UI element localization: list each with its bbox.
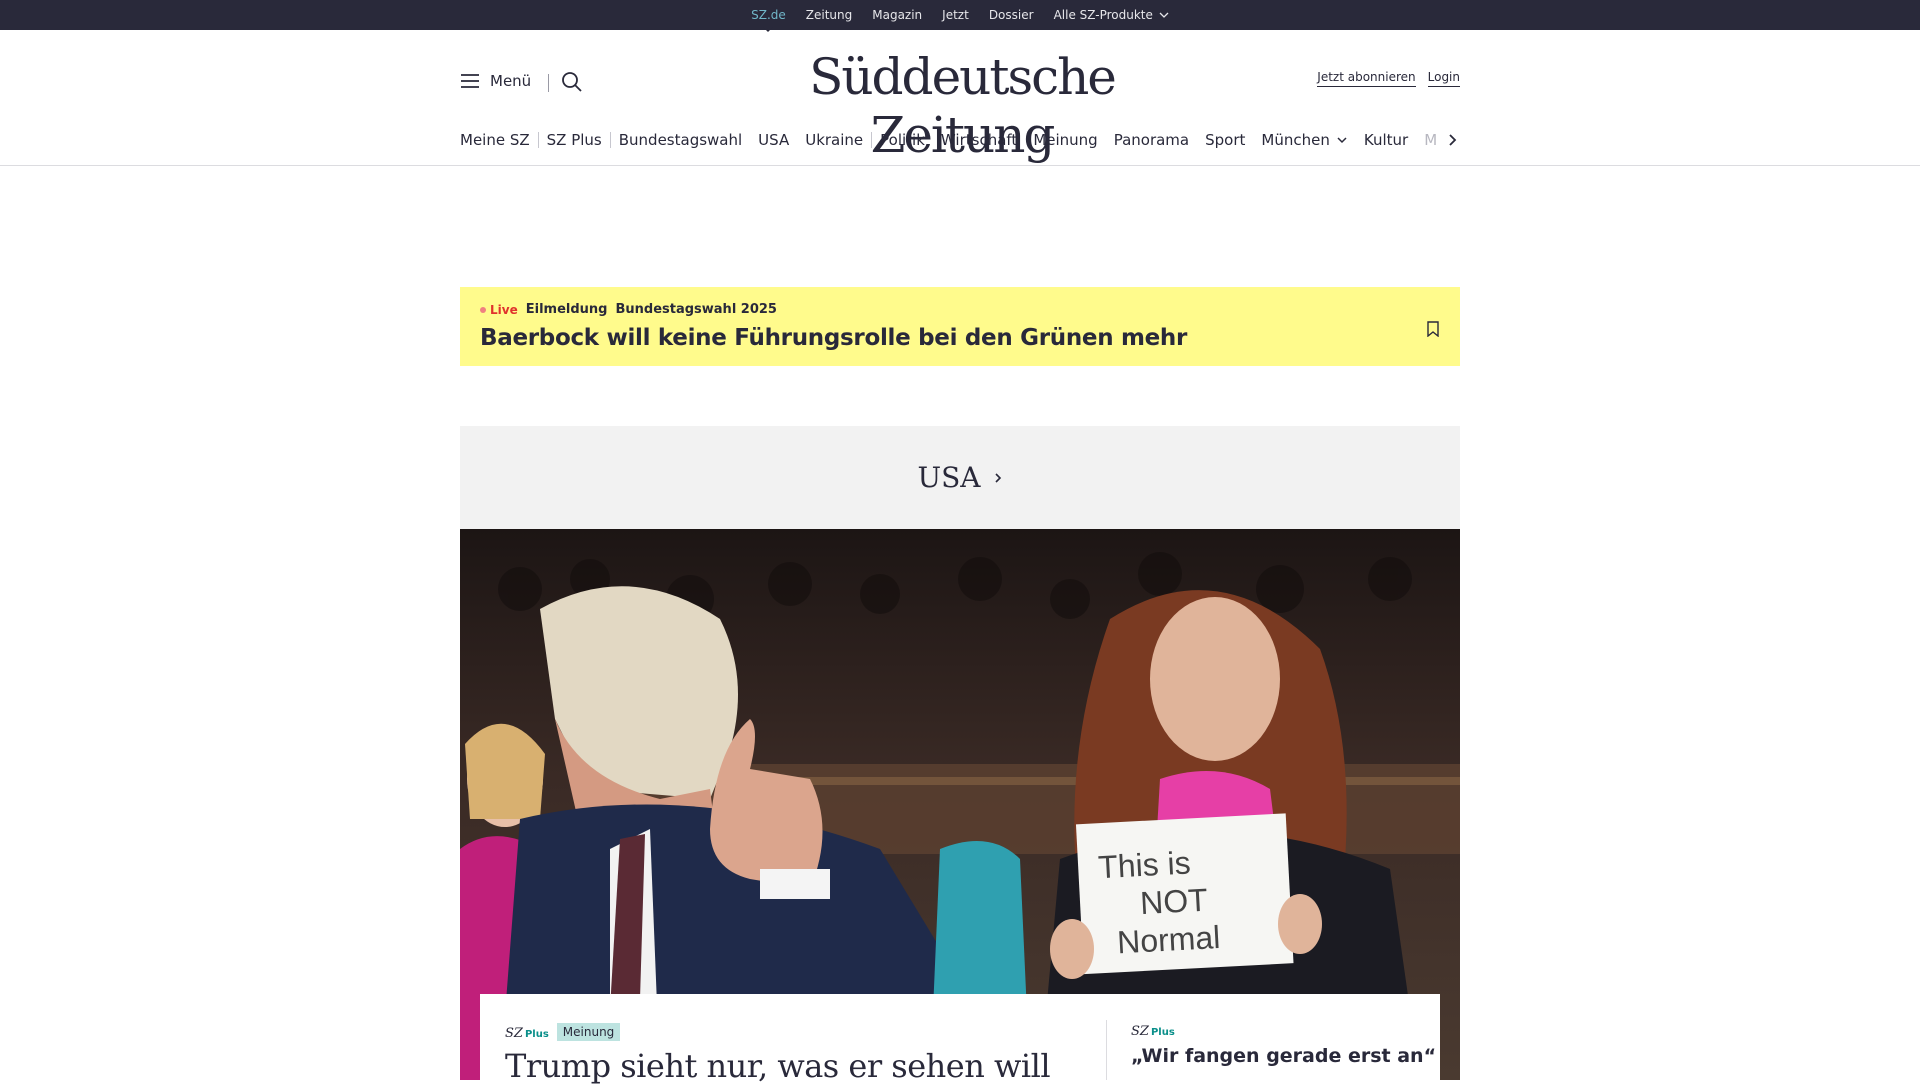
nav-item-politik[interactable]: Politik <box>872 131 933 149</box>
main-teaser-title[interactable]: Trump sieht nur, was er sehen will <box>505 1047 1051 1085</box>
category-tag: Meinung <box>556 1022 621 1041</box>
nav-item-meinung[interactable]: Meinung <box>1025 131 1105 149</box>
main-teaser[interactable]: SZ Plus Meinung Trump sieht nur, was er s… <box>505 1022 1051 1085</box>
subscribe-link[interactable]: Jetzt abonnieren <box>1317 70 1416 87</box>
bookmark-button[interactable] <box>1426 321 1440 341</box>
live-label: Live <box>490 302 518 317</box>
product-bar: SZ.de Zeitung Magazin Jetzt Dossier Alle… <box>0 0 1920 32</box>
nav-item-wirtschaft[interactable]: Wirtschaft <box>933 131 1025 149</box>
sign-text-line-3: Normal <box>1116 919 1221 960</box>
nav-scroll-right-button[interactable] <box>1443 128 1460 152</box>
live-badge: Live <box>480 303 518 317</box>
nav-item-ukraine[interactable]: Ukraine <box>797 131 871 149</box>
product-link-zeitung[interactable]: Zeitung <box>806 8 852 22</box>
breaking-topic[interactable]: Bundestagswahl 2025 <box>615 302 777 317</box>
teaser-brand-row: SZ Plus Meinung <box>505 1022 1050 1041</box>
sign-text-line-1: This is <box>1097 844 1191 885</box>
nav-item-kultur[interactable]: Kultur <box>1356 131 1416 149</box>
side-teaser[interactable]: SZ Plus „Wir fangen gerade erst an“ <box>1131 1020 1436 1067</box>
nav-item-sport[interactable]: Sport <box>1197 131 1253 149</box>
sz-plus-badge: SZ Plus <box>1131 1020 1175 1039</box>
search-button[interactable] <box>560 70 584 98</box>
sz-plus-badge: SZ Plus <box>505 1022 549 1041</box>
chevron-down-icon <box>1337 137 1347 144</box>
sz-logo-text: SZ <box>505 1026 523 1041</box>
alle-produkte-label: Alle SZ-Produkte <box>1053 8 1153 22</box>
nav-item-sz-plus[interactable]: SZ Plus <box>539 131 610 149</box>
product-link-dossier[interactable]: Dossier <box>989 8 1034 22</box>
search-icon <box>562 72 582 92</box>
nav-item-panorama[interactable]: Panorama <box>1106 131 1197 149</box>
side-teaser-title[interactable]: „Wir fangen gerade erst an“ <box>1131 1045 1436 1067</box>
article-teaser-card: SZ Plus Meinung Trump sieht nur, was er s… <box>480 994 1440 1085</box>
chevron-right-icon <box>994 472 1001 483</box>
menu-label: Menü <box>490 72 532 90</box>
plus-label: Plus <box>524 1029 549 1040</box>
product-link-magazin[interactable]: Magazin <box>872 8 922 22</box>
breaking-category: Eilmeldung <box>525 302 608 317</box>
chevron-down-icon <box>1159 12 1169 18</box>
breaking-headline[interactable]: Baerbock will keine Führungsrolle bei de… <box>480 325 1187 351</box>
nav-item-muenchen[interactable]: München <box>1253 131 1355 149</box>
teaser-divider <box>1106 1020 1107 1080</box>
header-rule <box>0 165 1920 166</box>
product-link-jetzt[interactable]: Jetzt <box>942 8 969 22</box>
nav-item-more-truncated[interactable]: M <box>1416 131 1445 149</box>
nav-item-usa[interactable]: USA <box>750 131 797 149</box>
header-divider <box>548 74 549 92</box>
live-dot-icon <box>480 306 486 313</box>
bookmark-icon <box>1427 321 1439 338</box>
section-title: USA <box>917 461 981 494</box>
menu-button[interactable]: Menü <box>460 72 531 90</box>
nav-item-bundestagswahl[interactable]: Bundestagswahl <box>611 131 750 149</box>
breaking-news-banner[interactable]: Live Eilmeldung Bundestagswahl 2025 Baer… <box>460 287 1460 366</box>
login-link[interactable]: Login <box>1427 70 1460 87</box>
sign-text-line-2: NOT <box>1139 882 1208 921</box>
nav-item-meine-sz[interactable]: Meine SZ <box>460 131 538 149</box>
nav-item-muenchen-label: München <box>1261 131 1330 149</box>
site-header: Menü Süddeutsche Zeitung Jetzt abonniere… <box>460 30 1460 164</box>
section-header-usa[interactable]: USA <box>460 426 1460 529</box>
sz-logo-text: SZ <box>1131 1024 1149 1039</box>
plus-label: Plus <box>1150 1027 1175 1038</box>
hamburger-icon <box>461 74 479 88</box>
chevron-right-icon <box>1448 134 1456 146</box>
product-link-alle-produkte[interactable]: Alle SZ-Produkte <box>1054 8 1169 22</box>
main-nav: Meine SZ SZ Plus Bundestagswahl USA Ukra… <box>460 128 1460 152</box>
breaking-news-meta: Live Eilmeldung Bundestagswahl 2025 <box>480 302 777 317</box>
product-link-szde[interactable]: SZ.de <box>751 8 786 32</box>
account-links: Jetzt abonnieren Login <box>1317 70 1460 87</box>
